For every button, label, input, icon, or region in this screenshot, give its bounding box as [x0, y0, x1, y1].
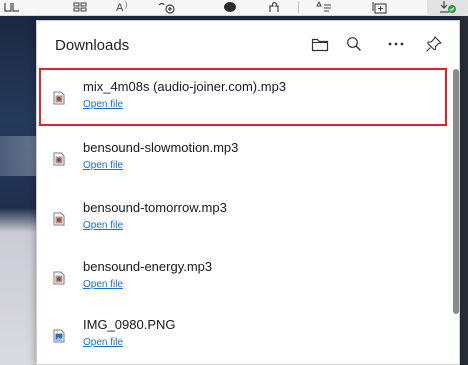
scrollbar[interactable] — [453, 69, 459, 314]
download-item[interactable]: bensound-energy.mp3 Open file — [39, 248, 447, 306]
browser-toolbar: A) — [0, 0, 468, 16]
read-aloud-icon[interactable]: A) — [113, 0, 137, 14]
add-favorite-icon[interactable] — [155, 0, 181, 14]
downloads-title: Downloads — [55, 37, 130, 54]
extensions-icon[interactable] — [262, 0, 286, 14]
pin-icon[interactable] — [423, 33, 445, 55]
audio-file-icon — [53, 271, 65, 285]
profile-icon[interactable] — [218, 0, 242, 14]
page-background — [0, 16, 36, 365]
open-file-link[interactable]: Open file — [83, 160, 123, 171]
download-item[interactable]: bensound-tomorrow.mp3 Open file — [39, 189, 447, 247]
page-background-edge — [460, 16, 468, 365]
image-file-icon — [53, 329, 65, 343]
apps-icon[interactable] — [70, 0, 90, 14]
open-folder-icon[interactable] — [309, 33, 331, 55]
open-file-link[interactable]: Open file — [83, 220, 123, 231]
file-name: bensound-slowmotion.mp3 — [83, 140, 239, 155]
open-file-link[interactable]: Open file — [83, 337, 123, 348]
download-item[interactable]: bensound-slowmotion.mp3 Open file — [39, 129, 447, 187]
reading-view-icon[interactable] — [2, 0, 22, 14]
audio-waveform — [0, 136, 36, 176]
svg-text:): ) — [125, 2, 127, 9]
file-name: bensound-tomorrow.mp3 — [83, 200, 227, 215]
open-file-link[interactable]: Open file — [83, 99, 123, 110]
audio-file-icon — [53, 212, 65, 226]
svg-text:A: A — [116, 2, 124, 13]
file-name: bensound-energy.mp3 — [83, 259, 213, 274]
download-item[interactable]: mix_4m08s (audio-joiner.com).mp3 Open fi… — [39, 68, 447, 126]
file-name: mix_4m08s (audio-joiner.com).mp3 — [83, 79, 287, 94]
collections-icon[interactable] — [368, 0, 392, 14]
download-item[interactable]: IMG_0980.PNG Open file — [39, 306, 447, 364]
downloads-icon[interactable] — [432, 0, 462, 14]
downloads-panel: Downloads mix_4m08s (audio-joiner.com).m… — [36, 20, 460, 365]
more-options-icon[interactable] — [385, 33, 407, 55]
toolbar-divider — [298, 1, 299, 13]
file-name: IMG_0980.PNG — [83, 317, 176, 332]
favorites-icon[interactable] — [312, 0, 336, 14]
search-icon[interactable] — [343, 33, 365, 55]
open-file-link[interactable]: Open file — [83, 279, 123, 290]
audio-file-icon — [53, 152, 65, 166]
audio-file-icon — [53, 91, 65, 105]
